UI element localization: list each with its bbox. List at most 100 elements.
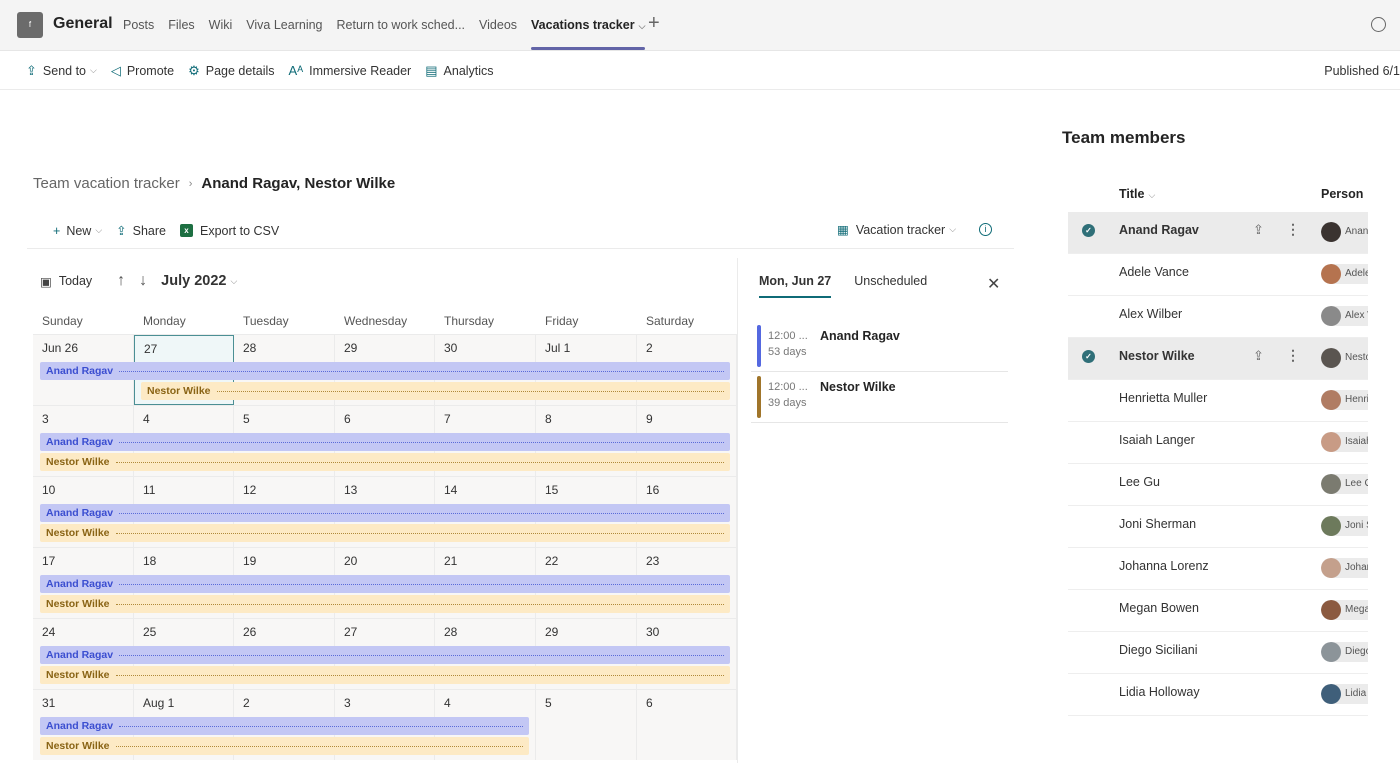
event-bar[interactable]: Anand Ragav <box>40 433 730 451</box>
list-item[interactable]: Joni Sherman Joni Sherman <box>1068 506 1368 548</box>
column-header-person[interactable]: Person <box>1321 187 1363 201</box>
breadcrumb-parent[interactable]: Team vacation tracker <box>33 175 180 192</box>
add-tab-button[interactable]: + <box>648 12 660 35</box>
chevron-down-icon[interactable]: ⌵ <box>639 21 646 31</box>
list-item[interactable]: ✓ Nestor Wilke ⇪ ⋮ Nestor Wilke <box>1068 338 1368 380</box>
arrow-up-icon[interactable]: ↑ <box>117 272 125 290</box>
close-icon[interactable]: ✕ <box>987 274 1000 294</box>
person-chip[interactable]: Joni Sherman <box>1321 516 1368 536</box>
list-item[interactable]: Adele Vance Adele Vance <box>1068 254 1368 296</box>
share-icon[interactable]: ⇪ <box>1253 348 1264 364</box>
tab-return-to-work[interactable]: Return to work sched... <box>337 18 466 32</box>
person-chip[interactable]: Diego Siciliani <box>1321 642 1368 662</box>
event-bar[interactable]: Anand Ragav <box>40 504 730 522</box>
send-to-button[interactable]: ⇪ Send to ⌵ <box>26 63 97 79</box>
published-status: Published 6/1 <box>1324 64 1400 78</box>
event-bar-label: Nestor Wilke <box>46 527 110 539</box>
tab-wiki[interactable]: Wiki <box>209 18 233 32</box>
promote-label: Promote <box>126 63 175 78</box>
arrow-down-icon[interactable]: ↓ <box>139 272 147 290</box>
event-bar-line <box>119 725 523 727</box>
team-avatar[interactable]: f <box>17 12 43 38</box>
event-bar[interactable]: Nestor Wilke <box>40 453 730 471</box>
event-bar[interactable]: Anand Ragav <box>40 362 730 380</box>
person-chip[interactable]: Alex Wilber <box>1321 306 1368 326</box>
view-selector[interactable]: ▦ Vacation tracker ⌵ <box>837 222 957 238</box>
info-icon[interactable]: i <box>979 223 992 236</box>
share-icon[interactable]: ⇪ <box>1253 222 1264 238</box>
list-item[interactable]: Megan Bowen Megan Bowen <box>1068 590 1368 632</box>
person-chip[interactable]: Isaiah Langer <box>1321 432 1368 452</box>
list-item[interactable]: Diego Siciliani Diego Siciliani <box>1068 632 1368 674</box>
person-chip[interactable]: Nestor Wilke <box>1321 348 1368 368</box>
chevron-down-icon: ⌵ <box>1148 190 1156 200</box>
event-bar-label: Nestor Wilke <box>147 385 211 397</box>
calendar-day[interactable]: 5 <box>536 690 637 760</box>
immersive-reader-button[interactable]: Aᴬ Immersive Reader <box>289 63 412 78</box>
new-button[interactable]: + New ⌵ <box>53 224 102 238</box>
column-header-title[interactable]: Title ⌵ <box>1119 187 1155 201</box>
chevron-down-icon: ⌵ <box>949 224 957 234</box>
person-chip[interactable]: Megan Bowen <box>1321 600 1368 620</box>
export-csv-button[interactable]: x Export to CSV <box>180 224 279 238</box>
event-bar[interactable]: Nestor Wilke <box>40 737 529 755</box>
promote-button[interactable]: ◁ Promote <box>111 63 174 79</box>
today-button[interactable]: Today <box>59 274 92 288</box>
day-event-item[interactable]: 12:00 ... 39 days Nestor Wilke <box>751 372 1008 423</box>
event-bar-line <box>115 461 724 463</box>
event-bar-label: Nestor Wilke <box>46 740 110 752</box>
tab-viva-learning[interactable]: Viva Learning <box>246 18 322 32</box>
person-chip[interactable]: Lidia Holloway <box>1321 684 1368 704</box>
event-bar[interactable]: Nestor Wilke <box>40 595 730 613</box>
avatar <box>1321 390 1341 410</box>
event-bar[interactable]: Anand Ragav <box>40 575 730 593</box>
tab-unscheduled[interactable]: Unscheduled <box>854 274 927 288</box>
event-bar-line <box>115 603 724 605</box>
avatar <box>1321 558 1341 578</box>
list-item[interactable]: Alex Wilber Alex Wilber <box>1068 296 1368 338</box>
event-bar[interactable]: Nestor Wilke <box>40 524 730 542</box>
more-options-icon[interactable]: ⋮ <box>1286 347 1300 364</box>
event-bar[interactable]: Anand Ragav <box>40 717 529 735</box>
weekday-label: Monday <box>143 314 186 328</box>
weekday-label: Saturday <box>646 314 695 328</box>
member-title: Adele Vance <box>1119 265 1189 279</box>
checkmark-icon[interactable]: ✓ <box>1082 224 1095 237</box>
person-chip[interactable]: Johanna Lorenz <box>1321 558 1368 578</box>
event-bar[interactable]: Anand Ragav <box>40 646 730 664</box>
tab-files[interactable]: Files <box>168 18 194 32</box>
calendar-day[interactable]: 6 <box>637 690 737 760</box>
list-item[interactable]: Lidia Holloway Lidia Holloway <box>1068 674 1368 716</box>
member-title: Johanna Lorenz <box>1119 559 1209 573</box>
person-name: Anand Ragav <box>1345 226 1368 237</box>
chat-icon[interactable] <box>1371 17 1386 32</box>
event-bar[interactable]: Nestor Wilke <box>40 666 730 684</box>
page-details-button[interactable]: ⚙ Page details <box>188 63 274 79</box>
list-item[interactable]: Henrietta Muller Henrietta Mueller <box>1068 380 1368 422</box>
list-item[interactable]: Johanna Lorenz Johanna Lorenz <box>1068 548 1368 590</box>
member-title: Anand Ragav <box>1119 223 1199 237</box>
person-chip[interactable]: Henrietta Mueller <box>1321 390 1368 410</box>
month-selector[interactable]: July 2022 <box>161 273 226 289</box>
list-item[interactable]: Lee Gu Lee Gu <box>1068 464 1368 506</box>
list-item[interactable]: ✓ Anand Ragav ⇪ ⋮ Anand Ragav <box>1068 212 1368 254</box>
member-title: Nestor Wilke <box>1119 349 1195 363</box>
day-event-item[interactable]: 12:00 ... 53 days Anand Ragav <box>751 321 1008 372</box>
tab-videos[interactable]: Videos <box>479 18 517 32</box>
more-options-icon[interactable]: ⋮ <box>1286 221 1300 238</box>
share-button[interactable]: ⇪ Share <box>116 223 166 239</box>
tab-label: Vacations tracker <box>531 18 635 32</box>
tab-selected-day[interactable]: Mon, Jun 27 <box>759 274 832 298</box>
chevron-down-icon[interactable]: ⌵ <box>230 276 237 287</box>
avatar <box>1321 432 1341 452</box>
analytics-button[interactable]: ▤ Analytics <box>425 63 493 79</box>
tab-posts[interactable]: Posts <box>123 18 154 32</box>
event-bar[interactable]: Nestor Wilke <box>141 382 730 400</box>
person-chip[interactable]: Adele Vance <box>1321 264 1368 284</box>
checkmark-icon[interactable]: ✓ <box>1082 350 1095 363</box>
event-bar-label: Anand Ragav <box>46 720 114 732</box>
tab-vacations-tracker[interactable]: Vacations tracker ⌵ <box>531 18 646 50</box>
person-chip[interactable]: Anand Ragav <box>1321 222 1368 242</box>
person-chip[interactable]: Lee Gu <box>1321 474 1368 494</box>
list-item[interactable]: Isaiah Langer Isaiah Langer <box>1068 422 1368 464</box>
